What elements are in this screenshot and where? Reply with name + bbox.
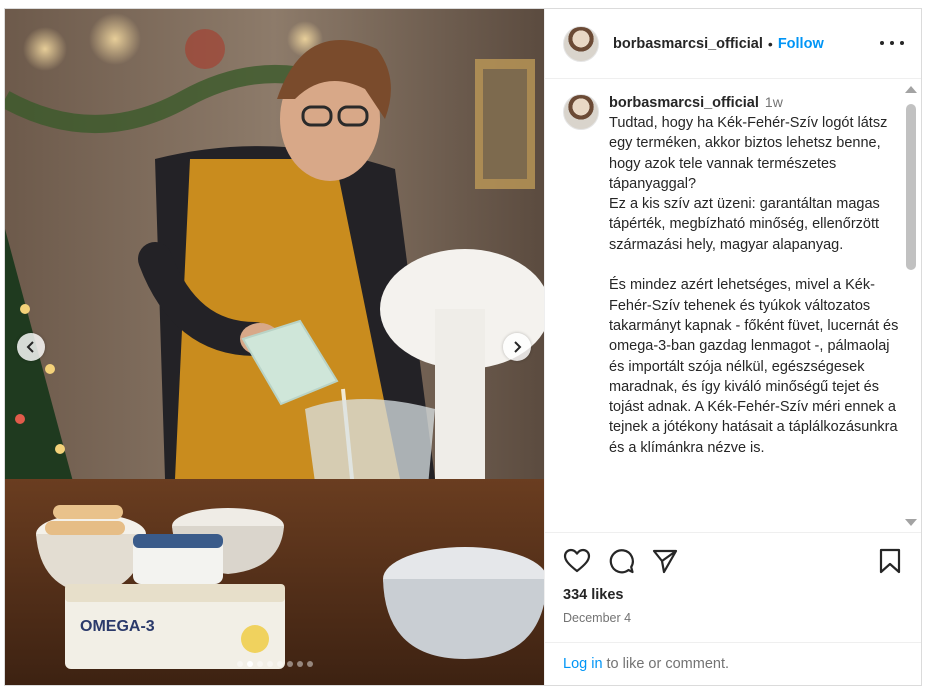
scroll-thumb[interactable]	[906, 104, 916, 270]
post-side-panel: borbasmarcsi_official • Follow borbasmar…	[544, 9, 921, 685]
post-actions: 334 likes December 4	[545, 532, 921, 642]
like-button[interactable]	[563, 547, 591, 575]
post-media[interactable]: OMEGA-3	[5, 9, 544, 685]
caption-avatar[interactable]	[563, 94, 599, 130]
comments-scrollbar[interactable]	[904, 80, 918, 532]
caption-text: Tudtad, hogy ha Kék-Fehér-Szív logót lát…	[609, 115, 899, 456]
scroll-down-arrow-icon[interactable]	[905, 519, 917, 526]
scroll-up-arrow-icon[interactable]	[905, 86, 917, 93]
share-button[interactable]	[651, 547, 679, 575]
bookmark-icon	[879, 548, 901, 574]
post-photo: OMEGA-3	[5, 9, 544, 685]
post-date[interactable]: December 4	[563, 611, 631, 625]
carousel-dot	[306, 661, 313, 667]
carousel-dot	[296, 661, 303, 667]
more-options-icon[interactable]	[880, 33, 904, 53]
comment-icon	[609, 549, 634, 574]
egg-box-label: OMEGA-3	[80, 618, 155, 635]
likes-count[interactable]: 334 likes	[563, 587, 623, 603]
header-separator: •	[767, 35, 773, 52]
comment-button[interactable]	[607, 547, 635, 575]
chevron-left-icon	[26, 341, 34, 353]
carousel-indicator	[5, 661, 544, 667]
follow-button[interactable]: Follow	[778, 36, 824, 52]
header-username[interactable]: borbasmarcsi_official	[613, 36, 763, 52]
login-link[interactable]: Log in	[563, 656, 603, 672]
heart-icon	[563, 548, 591, 573]
avatar[interactable]	[563, 25, 599, 62]
carousel-dot	[256, 661, 263, 667]
carousel-dot	[246, 661, 253, 667]
post-header: borbasmarcsi_official • Follow	[545, 9, 921, 79]
carousel-dot	[236, 661, 243, 667]
caption-username[interactable]: borbasmarcsi_official	[609, 95, 759, 111]
carousel-next-button[interactable]	[503, 333, 531, 361]
carousel-dot	[286, 661, 293, 667]
login-prompt-text: to like or comment.	[606, 656, 730, 672]
carousel-dot	[276, 661, 283, 667]
comments-section[interactable]: borbasmarcsi_official 1w Tudtad, hogy ha …	[545, 80, 921, 532]
share-icon	[652, 549, 678, 574]
carousel-prev-button[interactable]	[17, 333, 45, 361]
instagram-post: OMEGA-3 borbasmarcsi_official • Follow b…	[4, 8, 922, 686]
chevron-right-icon	[514, 341, 522, 353]
caption-time[interactable]: 1w	[765, 94, 783, 110]
carousel-dot	[266, 661, 273, 667]
save-button[interactable]	[876, 547, 904, 575]
login-prompt: Log in to like or comment.	[545, 642, 921, 685]
